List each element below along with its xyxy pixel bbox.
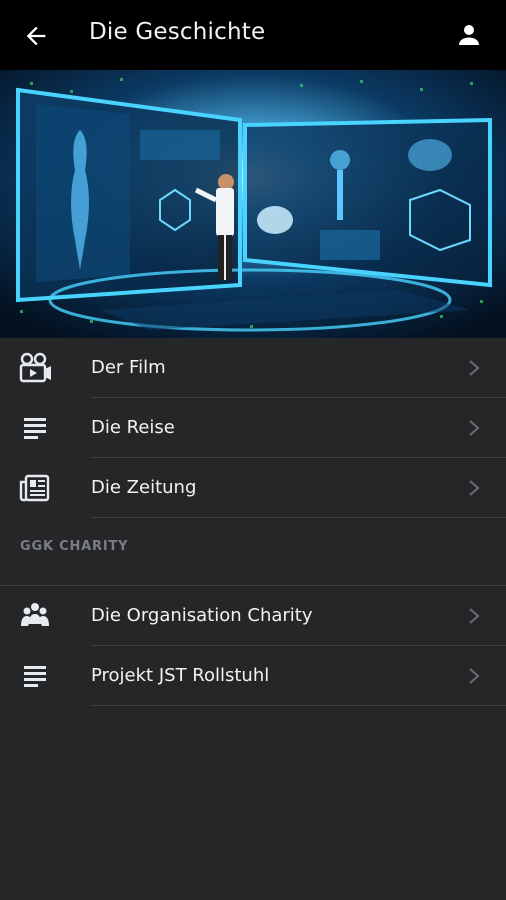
section-title: GGK CHARITY — [20, 539, 129, 554]
video-camera-icon — [19, 352, 51, 383]
menu-item-film[interactable]: Der Film — [0, 338, 506, 398]
text-lines-icon — [24, 418, 46, 439]
menu-item-label: Die Reise — [91, 417, 175, 438]
menu-item-organisation-charity[interactable]: Die Organisation Charity — [0, 586, 506, 646]
section-header-charity: GGK CHARITY — [0, 518, 506, 586]
page-title: Die Geschichte — [89, 19, 266, 45]
person-icon[interactable] — [454, 20, 484, 50]
menu-item-reise[interactable]: Die Reise — [0, 398, 506, 458]
menu-item-zeitung[interactable]: Die Zeitung — [0, 458, 506, 518]
divider — [91, 705, 506, 706]
chevron-right-icon — [469, 360, 480, 376]
menu-item-label: Der Film — [91, 357, 166, 378]
chevron-right-icon — [469, 668, 480, 684]
app-bar: Die Geschichte — [0, 0, 506, 70]
chevron-right-icon — [469, 480, 480, 496]
menu-item-label: Die Zeitung — [91, 477, 197, 498]
chevron-right-icon — [469, 420, 480, 436]
newspaper-icon — [19, 474, 50, 502]
hero-image — [0, 70, 506, 338]
menu-item-label: Projekt JST Rollstuhl — [91, 665, 270, 686]
arrow-left-icon[interactable] — [22, 22, 50, 50]
group-icon — [21, 603, 49, 626]
chevron-right-icon — [469, 608, 480, 624]
story-menu: Der Film Die Reise Die Zeitung — [0, 338, 506, 518]
menu-item-label: Die Organisation Charity — [91, 605, 313, 626]
charity-menu: Die Organisation Charity Projekt JST Rol… — [0, 586, 506, 706]
text-lines-icon — [24, 666, 46, 687]
menu-item-projekt-jst-rollstuhl[interactable]: Projekt JST Rollstuhl — [0, 646, 506, 706]
